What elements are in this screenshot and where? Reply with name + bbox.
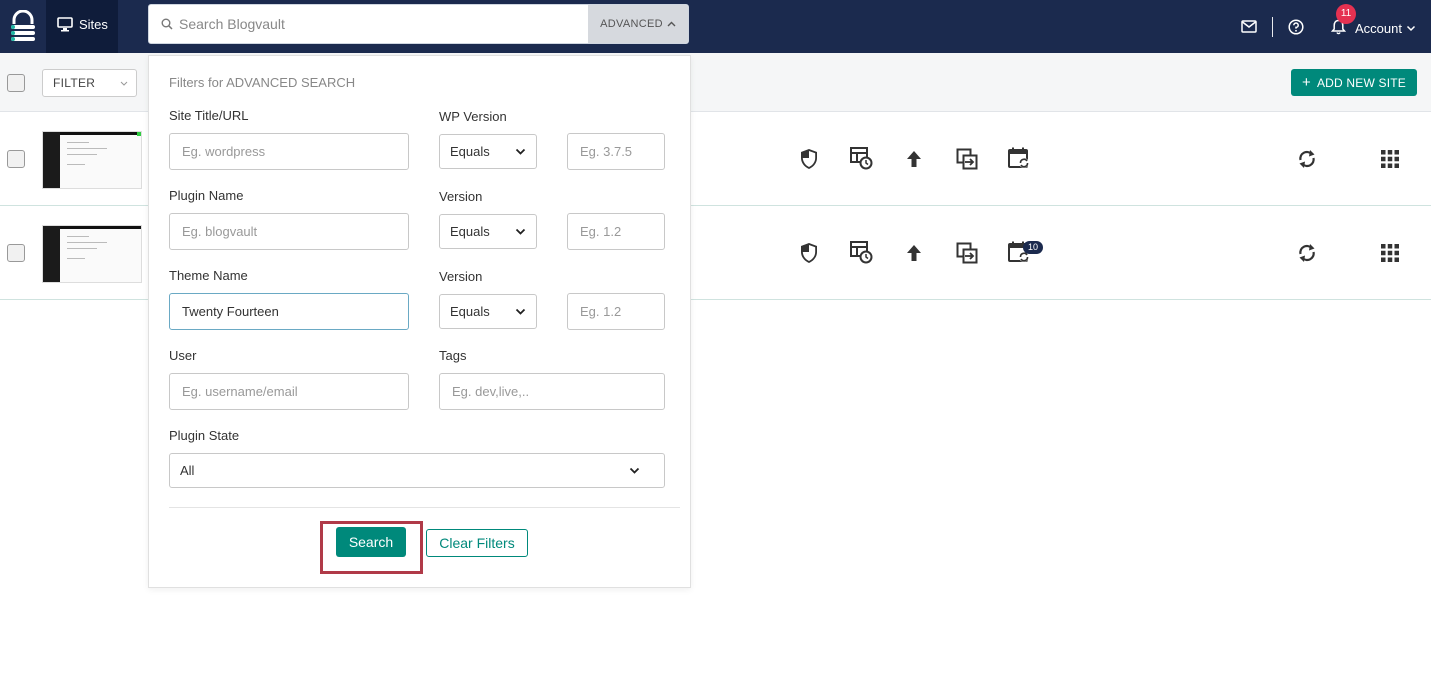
chevron-down-icon <box>629 467 640 474</box>
theme-name-input[interactable] <box>169 293 409 330</box>
search-icon <box>149 5 177 43</box>
blogvault-logo[interactable] <box>0 0 46 53</box>
site-checkbox[interactable] <box>7 150 25 168</box>
account-menu[interactable]: Account <box>1355 17 1416 36</box>
migrate-icon[interactable] <box>954 240 980 266</box>
search-bar: ADVANCED <box>148 4 689 44</box>
chevron-down-icon <box>515 148 526 155</box>
theme-version-label: Version <box>439 269 483 284</box>
advanced-label: ADVANCED <box>600 18 663 30</box>
theme-version-input[interactable] <box>567 293 665 330</box>
advanced-search-title: Filters for ADVANCED SEARCH <box>169 75 356 90</box>
wp-version-operator-value: Equals <box>450 144 490 159</box>
nav-sites-label: Sites <box>79 17 108 32</box>
backup-history-icon[interactable] <box>848 239 874 265</box>
chevron-up-icon <box>667 21 676 27</box>
mail-icon[interactable] <box>1238 16 1260 38</box>
scheduled-sync-count-badge: 10 <box>1023 241 1043 254</box>
user-label: User <box>169 348 197 363</box>
select-all-checkbox[interactable] <box>7 74 25 92</box>
wp-version-input[interactable] <box>567 133 665 170</box>
site-thumbnail[interactable] <box>42 131 142 189</box>
grid-menu-icon[interactable] <box>1377 240 1403 266</box>
logo-icon <box>11 9 35 41</box>
advanced-toggle-button[interactable]: ADVANCED <box>588 5 688 43</box>
advanced-search-panel: Filters for ADVANCED SEARCH Site Title/U… <box>148 55 691 588</box>
top-right-actions: 11 Account <box>1238 0 1431 53</box>
plugin-state-value: All <box>180 463 195 478</box>
site-thumbnail[interactable] <box>42 225 142 283</box>
theme-version-operator-select[interactable]: Equals <box>439 294 537 329</box>
chevron-down-icon <box>515 308 526 315</box>
arrow-up-icon[interactable] <box>901 146 927 172</box>
monitor-icon <box>57 17 73 32</box>
plugin-version-label: Version <box>439 189 483 204</box>
plugin-version-operator-value: Equals <box>450 224 490 239</box>
plugin-version-operator-select[interactable]: Equals <box>439 214 537 249</box>
help-icon[interactable] <box>1285 16 1307 38</box>
chevron-down-icon <box>515 228 526 235</box>
nav-sites[interactable]: Sites <box>46 0 118 53</box>
notification-count-badge: 11 <box>1336 3 1357 24</box>
migrate-icon[interactable] <box>954 146 980 172</box>
nav-divider <box>1272 16 1274 37</box>
add-site-label: ADD NEW SITE <box>1316 75 1407 90</box>
filter-label: FILTER <box>53 76 96 90</box>
wp-version-label: WP Version <box>439 109 507 124</box>
plugin-state-label: Plugin State <box>169 428 240 443</box>
wp-version-operator-select[interactable]: Equals <box>439 134 537 169</box>
site-title-input[interactable] <box>169 133 409 170</box>
backup-history-icon[interactable] <box>848 145 874 171</box>
clear-filters-button[interactable]: Clear Filters <box>426 529 528 557</box>
plus-icon: + <box>1301 73 1311 91</box>
grid-menu-icon[interactable] <box>1377 146 1403 172</box>
tags-label: Tags <box>439 348 467 363</box>
arrow-up-icon[interactable] <box>901 240 927 266</box>
notifications[interactable]: 11 <box>1327 3 1357 38</box>
advanced-search-button[interactable]: Search <box>336 527 406 557</box>
plugin-state-select[interactable]: All <box>169 453 665 488</box>
tags-input[interactable] <box>439 373 665 410</box>
scheduled-sync-icon[interactable] <box>1006 145 1032 171</box>
search-input[interactable] <box>177 5 588 43</box>
user-input[interactable] <box>169 373 409 410</box>
sync-refresh-icon[interactable] <box>1294 240 1320 266</box>
security-shield-icon[interactable] <box>796 240 822 266</box>
top-nav-bar: Sites ADVANCED 11 Account <box>0 0 1431 53</box>
security-shield-icon[interactable] <box>796 146 822 172</box>
theme-name-label: Theme Name <box>169 268 248 283</box>
chevron-down-icon <box>1406 25 1416 32</box>
chevron-down-icon <box>120 81 128 86</box>
account-label: Account <box>1355 21 1402 36</box>
filter-dropdown[interactable]: FILTER <box>42 69 137 97</box>
plugin-version-input[interactable] <box>567 213 665 250</box>
plugin-name-input[interactable] <box>169 213 409 250</box>
plugin-name-label: Plugin Name <box>169 188 244 203</box>
panel-divider <box>169 507 680 508</box>
site-title-label: Site Title/URL <box>169 108 249 123</box>
add-new-site-button[interactable]: + ADD NEW SITE <box>1291 69 1417 96</box>
sync-refresh-icon[interactable] <box>1294 146 1320 172</box>
theme-version-operator-value: Equals <box>450 304 490 319</box>
site-checkbox[interactable] <box>7 244 25 262</box>
